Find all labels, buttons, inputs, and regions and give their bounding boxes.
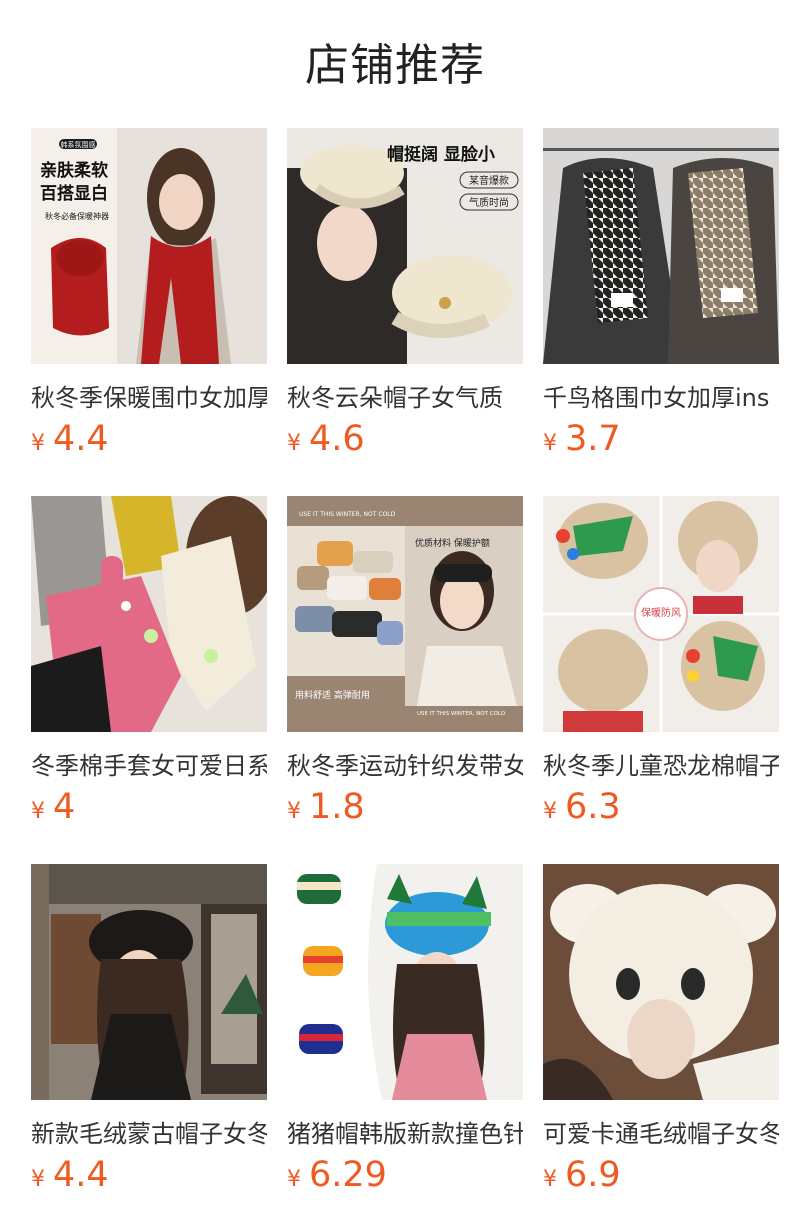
price-value: 6.9 — [565, 1155, 621, 1195]
currency-symbol: ¥ — [543, 799, 557, 824]
svg-text:帽挺阔 显脸小: 帽挺阔 显脸小 — [387, 144, 495, 165]
price-value: 6.29 — [309, 1155, 387, 1195]
product-card[interactable]: 可爱卡通毛绒帽子女冬 ¥6.9 — [543, 864, 779, 1197]
price-value: 4.6 — [309, 419, 365, 459]
product-price: ¥6.29 — [287, 1153, 387, 1197]
product-card[interactable]: 新款毛绒蒙古帽子女冬 ¥4.4 — [31, 864, 267, 1197]
svg-text:气质时尚: 气质时尚 — [469, 196, 509, 209]
image-badge-text: 韩系氛围感 — [61, 140, 96, 149]
product-name[interactable]: 秋冬云朵帽子女气质 — [287, 380, 523, 416]
product-image[interactable] — [31, 496, 267, 732]
currency-symbol: ¥ — [287, 799, 301, 824]
product-name[interactable]: 冬季棉手套女可爱日系 — [31, 748, 267, 784]
product-price: ¥4 — [31, 785, 75, 829]
price-value: 4.4 — [53, 1155, 109, 1195]
product-price: ¥1.8 — [287, 785, 365, 829]
product-price: ¥4.4 — [31, 1153, 109, 1197]
product-image[interactable] — [543, 128, 779, 364]
product-name[interactable]: 秋冬季保暖围巾女加厚 — [31, 380, 267, 416]
product-image[interactable] — [287, 864, 523, 1100]
svg-text:USE IT THIS WINTER, NOT COLD: USE IT THIS WINTER, NOT COLD — [417, 711, 505, 717]
currency-symbol: ¥ — [287, 431, 301, 456]
currency-symbol: ¥ — [31, 1167, 45, 1192]
currency-symbol: ¥ — [31, 431, 45, 456]
product-image[interactable] — [31, 864, 267, 1100]
product-name[interactable]: 猪猪帽韩版新款撞色针 — [287, 1116, 523, 1152]
product-name[interactable]: 秋冬季运动针织发带女 — [287, 748, 523, 784]
product-grid: 韩系氛围感 亲肤柔软 百搭显白 秋冬必备保暖神器 秋冬季保暖围巾女加厚 ¥4.4… — [31, 128, 779, 1218]
product-price: ¥3.7 — [543, 417, 621, 461]
product-card[interactable]: USE IT THIS WINTER, NOT COLD 优质材料 保暖护额 用… — [287, 496, 523, 829]
currency-symbol: ¥ — [287, 1167, 301, 1192]
product-name[interactable]: 新款毛绒蒙古帽子女冬 — [31, 1116, 267, 1152]
product-name[interactable]: 千鸟格围巾女加厚ins — [543, 380, 779, 416]
product-card[interactable]: 保暖防风 秋冬季儿童恐龙棉帽子 ¥6.3 — [543, 496, 779, 829]
product-card[interactable]: 猪猪帽韩版新款撞色针 ¥6.29 — [287, 864, 523, 1197]
product-card[interactable]: 千鸟格围巾女加厚ins ¥3.7 — [543, 128, 779, 461]
price-value: 3.7 — [565, 419, 621, 459]
product-price: ¥6.9 — [543, 1153, 621, 1197]
product-price: ¥4.6 — [287, 417, 365, 461]
svg-text:USE IT THIS WINTER, NOT COLD: USE IT THIS WINTER, NOT COLD — [299, 511, 396, 518]
product-price: ¥4.4 — [31, 417, 109, 461]
product-image[interactable]: 保暖防风 — [543, 496, 779, 732]
product-image[interactable]: 韩系氛围感 亲肤柔软 百搭显白 秋冬必备保暖神器 — [31, 128, 267, 364]
price-value: 6.3 — [565, 787, 621, 827]
seal-text: 保暖防风 — [641, 606, 681, 619]
price-value: 4.4 — [53, 419, 109, 459]
page-title: 店铺推荐 — [305, 40, 485, 91]
svg-text:秋冬必备保暖神器: 秋冬必备保暖神器 — [45, 211, 109, 221]
svg-text:亲肤柔软: 亲肤柔软 — [40, 160, 108, 181]
product-price: ¥6.3 — [543, 785, 621, 829]
product-image[interactable]: 帽挺阔 显脸小 某音爆款 气质时尚 — [287, 128, 523, 364]
product-name[interactable]: 秋冬季儿童恐龙棉帽子 — [543, 748, 779, 784]
currency-symbol: ¥ — [543, 1167, 557, 1192]
product-card[interactable]: 韩系氛围感 亲肤柔软 百搭显白 秋冬必备保暖神器 秋冬季保暖围巾女加厚 ¥4.4 — [31, 128, 267, 461]
product-image[interactable]: USE IT THIS WINTER, NOT COLD 优质材料 保暖护额 用… — [287, 496, 523, 732]
price-value: 1.8 — [309, 787, 365, 827]
svg-text:某音爆款: 某音爆款 — [469, 174, 509, 187]
svg-text:百搭显白: 百搭显白 — [40, 183, 108, 204]
currency-symbol: ¥ — [31, 799, 45, 824]
price-value: 4 — [53, 787, 76, 827]
product-image[interactable] — [543, 864, 779, 1100]
svg-text:优质材料 保暖护额: 优质材料 保暖护额 — [415, 537, 490, 549]
svg-text:用料舒适 高弹耐用: 用料舒适 高弹耐用 — [295, 689, 370, 701]
currency-symbol: ¥ — [543, 431, 557, 456]
product-card[interactable]: 冬季棉手套女可爱日系 ¥4 — [31, 496, 267, 829]
product-name[interactable]: 可爱卡通毛绒帽子女冬 — [543, 1116, 779, 1152]
product-card[interactable]: 帽挺阔 显脸小 某音爆款 气质时尚 秋冬云朵帽子女气质 ¥4.6 — [287, 128, 523, 461]
